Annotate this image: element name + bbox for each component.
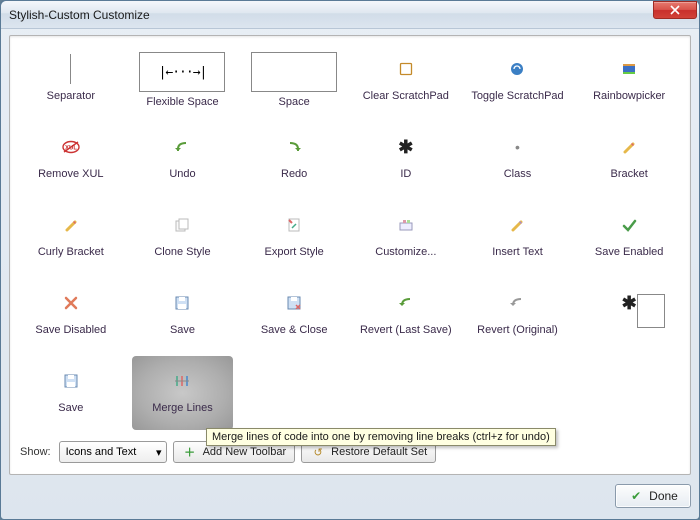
toolbar-item[interactable]: ✱ bbox=[576, 276, 682, 354]
toolbar-item-label: Remove XUL bbox=[38, 168, 103, 180]
toolbar-item[interactable]: ✱ ID bbox=[353, 120, 459, 198]
toolbar-item-label: Redo bbox=[281, 168, 307, 180]
clear-scratchpad-icon bbox=[389, 52, 423, 86]
save-disabled-icon bbox=[54, 286, 88, 320]
curly-bracket-icon bbox=[54, 208, 88, 242]
toolbar-item-label: Insert Text bbox=[492, 246, 543, 258]
chevron-down-icon: ▾ bbox=[156, 446, 162, 459]
toolbar-item-label: Separator bbox=[47, 90, 95, 102]
toolbar-item-label: Merge Lines bbox=[152, 402, 213, 414]
done-label: Done bbox=[649, 489, 678, 503]
toolbar-item-label: Curly Bracket bbox=[38, 246, 104, 258]
toolbar-item[interactable]: Redo bbox=[241, 120, 347, 198]
toolbar-item[interactable]: Customize... bbox=[353, 198, 459, 276]
toolbar-items-grid: Separator |←···→| Flexible Space Space Clear… bbox=[18, 42, 682, 434]
toolbar-item[interactable]: Save bbox=[18, 354, 124, 432]
dialog-window: Stylish-Custom Customize Separator |←···→… bbox=[0, 0, 700, 520]
toolbar-item[interactable]: Curly Bracket bbox=[18, 198, 124, 276]
toolbar-item[interactable]: Export Style bbox=[241, 198, 347, 276]
rainbowpicker-icon bbox=[612, 52, 646, 86]
toolbar-item[interactable]: Clear ScratchPad bbox=[353, 42, 459, 120]
add-new-toolbar-label: Add New Toolbar bbox=[203, 446, 287, 458]
merge-lines-icon bbox=[165, 364, 199, 398]
done-button[interactable]: ✔ Done bbox=[615, 484, 691, 508]
save-icon bbox=[165, 286, 199, 320]
toolbar-item[interactable]: |←···→| Flexible Space bbox=[130, 42, 236, 120]
toolbar-item[interactable]: Merge Lines bbox=[132, 356, 234, 430]
redo-icon bbox=[277, 130, 311, 164]
toolbar-item-label: Revert (Last Save) bbox=[360, 324, 452, 336]
plus-icon: ＋ bbox=[182, 444, 198, 460]
window-title: Stylish-Custom Customize bbox=[9, 8, 150, 22]
titlebar[interactable]: Stylish-Custom Customize bbox=[1, 1, 699, 29]
space-icon bbox=[251, 52, 337, 92]
toolbar-item[interactable]: • Class bbox=[465, 120, 571, 198]
show-label: Show: bbox=[20, 446, 51, 458]
toolbar-item-label: ID bbox=[400, 168, 411, 180]
toolbar-item-label: Save bbox=[58, 402, 83, 414]
customize-icon bbox=[389, 208, 423, 242]
flex-space-icon: |←···→| bbox=[139, 52, 225, 92]
toolbar-item-label: Rainbowpicker bbox=[593, 90, 665, 102]
bracket-icon bbox=[612, 130, 646, 164]
toolbar-item[interactable]: Undo bbox=[130, 120, 236, 198]
toolbar-item-label: Undo bbox=[169, 168, 195, 180]
toolbar-item[interactable]: Clone Style bbox=[130, 198, 236, 276]
class-icon: • bbox=[500, 130, 534, 164]
revert-original-icon bbox=[500, 286, 534, 320]
toolbar-item-label: Bracket bbox=[611, 168, 648, 180]
toolbar-item-label: Save Disabled bbox=[35, 324, 106, 336]
toolbar-item[interactable]: Separator bbox=[18, 42, 124, 120]
show-mode-value: Icons and Text bbox=[66, 446, 137, 458]
content-panel: Separator |←···→| Flexible Space Space Clear… bbox=[9, 35, 691, 475]
save-enabled-icon bbox=[612, 208, 646, 242]
separator-icon bbox=[54, 52, 88, 86]
toolbar-item[interactable]: Rainbowpicker bbox=[576, 42, 682, 120]
toolbar-item-label: Space bbox=[279, 96, 310, 108]
toolbar-item[interactable]: Insert Text bbox=[465, 198, 571, 276]
restore-default-label: Restore Default Set bbox=[331, 446, 427, 458]
toolbar-item-label: Save & Close bbox=[261, 324, 328, 336]
toolbar-item[interactable]: XUL Remove XUL bbox=[18, 120, 124, 198]
toolbar-item-label: Customize... bbox=[375, 246, 436, 258]
check-icon: ✔ bbox=[628, 488, 644, 504]
revert-last-icon bbox=[389, 286, 423, 320]
export-style-icon bbox=[277, 208, 311, 242]
window-close-button[interactable] bbox=[653, 1, 697, 19]
toolbar-item-label: Toggle ScratchPad bbox=[471, 90, 563, 102]
toolbar-item-label: Clear ScratchPad bbox=[363, 90, 449, 102]
toolbar-item[interactable]: Space bbox=[241, 42, 347, 120]
save-alt-icon bbox=[54, 364, 88, 398]
id-icon: ✱ bbox=[389, 130, 423, 164]
clone-style-icon bbox=[165, 208, 199, 242]
toolbar-item-label: Class bbox=[504, 168, 532, 180]
toolbar-item-label: Revert (Original) bbox=[477, 324, 558, 336]
toolbar-item-label: Export Style bbox=[265, 246, 324, 258]
toolbar-item-label: Save Enabled bbox=[595, 246, 664, 258]
insert-text-icon bbox=[500, 208, 534, 242]
toolbar-item-label: Flexible Space bbox=[146, 96, 218, 108]
toolbar-item[interactable]: Toggle ScratchPad bbox=[465, 42, 571, 120]
toolbar-item[interactable]: Save Enabled bbox=[576, 198, 682, 276]
toolbar-item[interactable]: Save Disabled bbox=[18, 276, 124, 354]
toolbar-item[interactable]: Bracket bbox=[576, 120, 682, 198]
close-icon bbox=[670, 5, 680, 15]
footer: ✔ Done bbox=[9, 481, 691, 511]
toolbar-item[interactable]: Save bbox=[130, 276, 236, 354]
toolbar-item[interactable]: Save & Close bbox=[241, 276, 347, 354]
toolbar-item-label: Save bbox=[170, 324, 195, 336]
toggle-scratchpad-icon bbox=[500, 52, 534, 86]
restore-icon: ↺ bbox=[310, 444, 326, 460]
id-box-icon: ✱ bbox=[599, 286, 659, 320]
toolbar-item-label: Clone Style bbox=[154, 246, 210, 258]
show-mode-select[interactable]: Icons and Text ▾ bbox=[59, 441, 167, 463]
remove-xul-icon: XUL bbox=[54, 130, 88, 164]
undo-icon bbox=[165, 130, 199, 164]
save-close-icon bbox=[277, 286, 311, 320]
tooltip: Merge lines of code into one by removing… bbox=[206, 428, 556, 446]
toolbar-item[interactable]: Revert (Original) bbox=[465, 276, 571, 354]
toolbar-item[interactable]: Revert (Last Save) bbox=[353, 276, 459, 354]
